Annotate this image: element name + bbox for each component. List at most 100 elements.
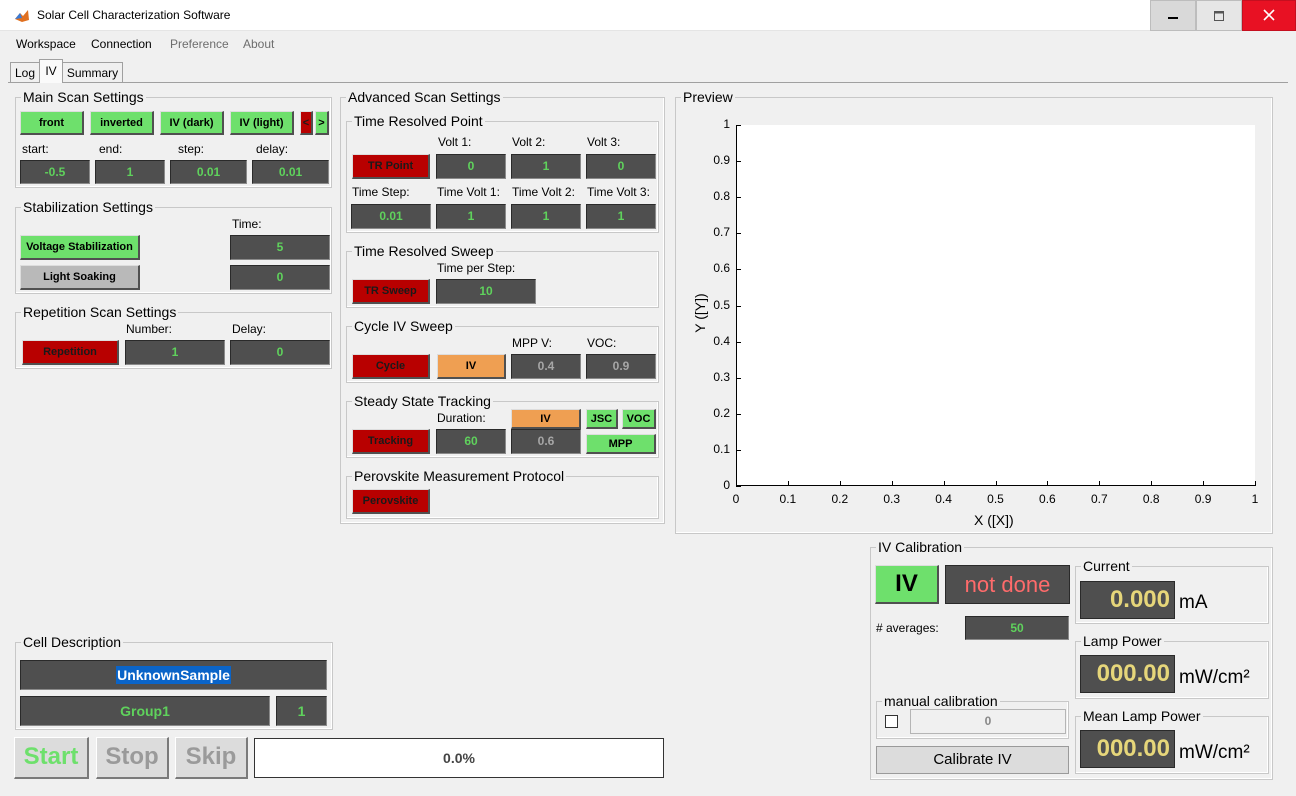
start-field[interactable]: -0.5 — [20, 160, 90, 184]
close-icon — [1263, 9, 1275, 21]
iv-light-button[interactable]: IV (light) — [230, 111, 294, 135]
cycle-iv-button[interactable]: IV — [437, 354, 506, 379]
y-tick-mark — [736, 413, 741, 415]
menu-connection[interactable]: Connection — [91, 37, 152, 51]
time-volt1-field[interactable]: 1 — [436, 204, 506, 229]
matlab-app-icon — [14, 8, 30, 24]
progress-bar: 0.0% — [254, 738, 664, 778]
mpp-v-field[interactable]: 0.4 — [511, 354, 581, 379]
repetition-number-field[interactable]: 1 — [125, 340, 225, 365]
y-tick-label: 0.1 — [713, 441, 730, 456]
next-button[interactable]: > — [315, 111, 329, 135]
tr-point-button[interactable]: TR Point — [352, 154, 430, 179]
number-label: Number: — [126, 322, 173, 336]
previous-button[interactable]: < — [300, 111, 313, 135]
x-tick-label: 0.7 — [1090, 492, 1108, 506]
tab-log[interactable]: Log — [10, 62, 40, 82]
menu-about[interactable]: About — [243, 37, 274, 51]
voc-field[interactable]: 0.9 — [586, 354, 656, 379]
plot-area[interactable] — [736, 125, 1255, 486]
minimize-button[interactable] — [1150, 0, 1196, 31]
voc-button[interactable]: VOC — [622, 409, 656, 429]
x-tick-label: 0.5 — [987, 492, 1004, 506]
y-tick-label: 0.8 — [713, 189, 730, 204]
jsc-button[interactable]: JSC — [586, 409, 618, 429]
y-tick-label: 0.7 — [713, 225, 730, 240]
x-tick-label: 1 — [1251, 492, 1259, 506]
front-button[interactable]: front — [20, 111, 84, 135]
manual-calibration-checkbox[interactable] — [885, 715, 898, 728]
iv-calibration-title: IV Calibration — [876, 539, 965, 555]
x-tick-mark — [1047, 481, 1049, 486]
volt1-field[interactable]: 0 — [436, 154, 506, 179]
time-label: Time: — [232, 217, 262, 231]
x-tick-label: 0.6 — [1039, 492, 1056, 506]
perovskite-button[interactable]: Perovskite — [352, 489, 430, 514]
tr-sweep-button[interactable]: TR Sweep — [352, 279, 430, 304]
y-tick-mark — [736, 486, 741, 487]
x-tick-label: 0.4 — [935, 492, 952, 506]
tab-summary[interactable]: Summary — [62, 62, 123, 82]
calibration-iv-button[interactable]: IV — [875, 565, 939, 604]
voltage-stabilization-time-field[interactable]: 5 — [230, 235, 330, 260]
time-step-field[interactable]: 0.01 — [351, 204, 431, 229]
group-number-field[interactable]: 1 — [276, 696, 327, 726]
y-tick-mark — [736, 161, 741, 163]
lamp-power-title: Lamp Power — [1081, 633, 1164, 649]
lamp-power-unit: mW/cm² — [1179, 667, 1250, 688]
x-tick-mark — [1151, 481, 1153, 486]
calibrate-iv-button[interactable]: Calibrate IV — [876, 746, 1069, 774]
end-label: end: — [99, 142, 123, 156]
light-soaking-button[interactable]: Light Soaking — [20, 265, 140, 290]
y-tick-mark — [736, 269, 741, 271]
x-tick-mark — [995, 481, 997, 486]
maximize-button[interactable] — [1196, 0, 1242, 31]
skip-button[interactable]: Skip — [175, 737, 248, 779]
y-tick-label: 0.3 — [713, 369, 730, 384]
mpp-button[interactable]: MPP — [586, 434, 656, 454]
cycle-button[interactable]: Cycle — [352, 354, 430, 379]
volt2-field[interactable]: 1 — [511, 154, 581, 179]
start-button[interactable]: Start — [14, 737, 89, 779]
step-field[interactable]: 0.01 — [170, 160, 247, 184]
tracking-button[interactable]: Tracking — [352, 429, 430, 454]
x-tick-mark — [891, 481, 893, 486]
time-per-step-field[interactable]: 10 — [436, 279, 536, 304]
stop-button[interactable]: Stop — [96, 737, 169, 779]
cell-description-title: Cell Description — [21, 634, 124, 650]
time-volt2-field[interactable]: 1 — [511, 204, 581, 229]
close-button[interactable] — [1242, 0, 1296, 31]
manual-calibration-field[interactable]: 0 — [910, 709, 1066, 734]
mean-lamp-power-meter: 000.00 — [1080, 730, 1175, 768]
preview-title: Preview — [681, 89, 735, 105]
iv-dark-button[interactable]: IV (dark) — [160, 111, 224, 135]
x-tick-label: 0.1 — [779, 492, 797, 506]
advanced-scan-settings-title: Advanced Scan Settings — [346, 89, 503, 105]
volt3-field[interactable]: 0 — [586, 154, 656, 179]
delay-field[interactable]: 0.01 — [252, 160, 329, 184]
y-tick-label: 1 — [723, 117, 730, 131]
x-tick-label: 0.9 — [1194, 492, 1212, 506]
y-tick-label: 0.9 — [713, 153, 730, 168]
tr-point-title: Time Resolved Point — [352, 113, 485, 129]
current-title: Current — [1081, 558, 1132, 574]
averages-field[interactable]: 50 — [965, 616, 1069, 640]
menu-preference[interactable]: Preference — [170, 37, 229, 51]
sample-name-field[interactable]: UnknownSample — [20, 660, 327, 690]
repetition-delay-field[interactable]: 0 — [230, 340, 330, 365]
duration-field[interactable]: 60 — [436, 429, 506, 454]
time-volt3-field[interactable]: 1 — [586, 204, 656, 229]
volt1-label: Volt 1: — [438, 135, 472, 149]
voltage-stabilization-button[interactable]: Voltage Stabilization — [20, 235, 140, 260]
menu-workspace[interactable]: Workspace — [16, 37, 76, 51]
light-soaking-time-field[interactable]: 0 — [230, 265, 330, 290]
repetition-button[interactable]: Repetition — [22, 340, 119, 365]
tab-iv[interactable]: IV — [39, 59, 63, 83]
tracking-iv-button[interactable]: IV — [511, 409, 581, 429]
y-tick-label: 0 — [723, 478, 730, 492]
end-field[interactable]: 1 — [95, 160, 165, 184]
mean-lamp-power-title: Mean Lamp Power — [1081, 708, 1203, 724]
inverted-button[interactable]: inverted — [90, 111, 154, 135]
group-field[interactable]: Group1 — [20, 696, 270, 726]
tracking-iv-value-field[interactable]: 0.6 — [511, 429, 581, 454]
